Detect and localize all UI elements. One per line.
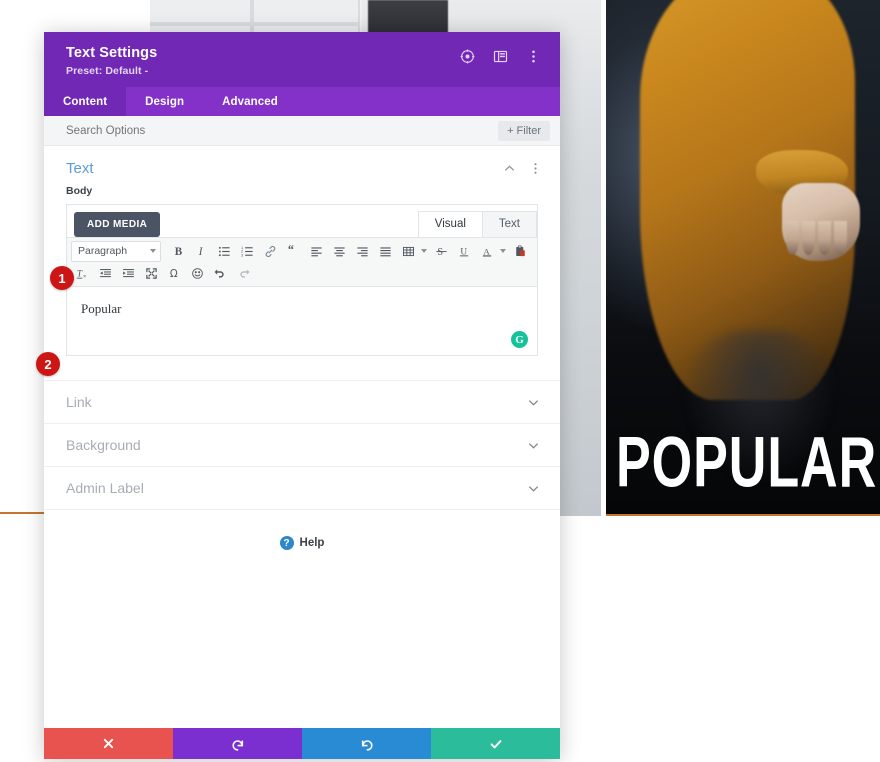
tab-text[interactable]: Text <box>481 211 537 238</box>
svg-text:3: 3 <box>241 252 243 257</box>
chevron-down-icon <box>421 249 427 254</box>
body-field-label: Body <box>66 185 93 198</box>
emoji-icon[interactable] <box>186 263 209 284</box>
svg-text:I: I <box>198 246 204 258</box>
callout-badge-1: 1 <box>50 266 74 290</box>
modal-body: Text Body ADD MEDIA Visual Text Paragrap… <box>44 146 560 729</box>
link-icon[interactable] <box>259 241 282 262</box>
layout-panel-icon[interactable] <box>492 48 509 65</box>
section-kebab-menu-icon[interactable] <box>529 162 542 175</box>
editor-toolbar: Paragraph B I 1 2 3 “ S U A T × Ω <box>67 237 537 288</box>
grammarly-icon[interactable]: G <box>511 331 528 349</box>
accordion-link[interactable]: Link <box>44 380 560 423</box>
section-title: Text <box>66 160 94 178</box>
modal-empty-space <box>44 580 560 729</box>
editor-text: Popular <box>81 301 122 317</box>
cancel-button[interactable] <box>44 728 173 760</box>
search-options-row: + Filter <box>44 116 560 147</box>
screenshot-root: POPULAR Text Settings Preset: Default - <box>0 0 880 762</box>
align-justify-icon[interactable] <box>374 241 397 262</box>
chevron-down-icon <box>150 249 156 254</box>
page-title: Text Settings <box>66 45 158 61</box>
undo-icon[interactable] <box>209 263 232 284</box>
kebab-menu-icon[interactable] <box>525 48 542 65</box>
text-section-header: Text <box>44 146 560 185</box>
accordion-link-label: Link <box>66 394 92 411</box>
search-input[interactable] <box>66 124 366 137</box>
align-left-icon[interactable] <box>305 241 328 262</box>
tab-advanced[interactable]: Advanced <box>203 87 297 116</box>
tab-visual[interactable]: Visual <box>417 211 483 238</box>
hand-shape <box>782 183 860 261</box>
tab-design[interactable]: Design <box>126 87 203 116</box>
toolbar-row-2: T × Ω <box>71 262 533 284</box>
paragraph-format-select[interactable]: Paragraph <box>71 240 161 262</box>
blockquote-icon[interactable]: “ <box>282 241 305 262</box>
chevron-down-icon <box>527 396 540 409</box>
numbered-list-icon[interactable]: 1 2 3 <box>236 241 259 262</box>
align-center-icon[interactable] <box>328 241 351 262</box>
strikethrough-icon[interactable]: S <box>430 241 453 262</box>
wysiwyg-editor: ADD MEDIA Visual Text Paragraph B I 1 2 … <box>66 204 538 357</box>
banner-word: POPULAR <box>616 421 878 502</box>
save-button[interactable] <box>431 728 560 760</box>
text-settings-modal: Text Settings Preset: Default - Content … <box>44 32 560 760</box>
toolbar-row-1: Paragraph B I 1 2 3 “ S U A <box>71 240 533 262</box>
undo-button[interactable] <box>173 728 302 760</box>
filter-button[interactable]: + Filter <box>498 120 550 141</box>
add-media-button[interactable]: ADD MEDIA <box>74 212 161 238</box>
paragraph-format-value: Paragraph <box>78 245 128 258</box>
options-accordion: Link Background Admin Label <box>44 380 560 509</box>
redo-button[interactable] <box>302 728 431 760</box>
modal-tab-bar: Content Design Advanced <box>44 87 560 117</box>
clear-formatting-icon[interactable]: T × <box>71 263 94 284</box>
paste-icon[interactable] <box>509 241 532 262</box>
target-icon[interactable] <box>459 48 476 65</box>
chevron-up-icon[interactable] <box>503 162 516 175</box>
redo-icon[interactable] <box>232 263 255 284</box>
svg-text:S: S <box>437 247 443 258</box>
chevron-down-icon <box>500 249 506 254</box>
svg-text:“: “ <box>288 245 294 256</box>
align-right-icon[interactable] <box>351 241 374 262</box>
orange-divider-right <box>606 514 880 516</box>
indent-icon[interactable] <box>117 263 140 284</box>
text-color-dropdown[interactable]: A <box>476 241 509 262</box>
svg-text:×: × <box>83 274 86 280</box>
outdent-icon[interactable] <box>94 263 117 284</box>
editor-mode-tabs: Visual Text <box>417 211 537 238</box>
chevron-down-icon <box>527 439 540 452</box>
callout-badge-2: 2 <box>36 352 60 376</box>
preset-selector[interactable]: Preset: Default - <box>66 65 157 77</box>
accordion-background-label: Background <box>66 437 141 454</box>
bold-icon[interactable]: B <box>167 241 190 262</box>
text-color-icon[interactable]: A <box>476 241 499 262</box>
bulleted-list-icon[interactable] <box>213 241 236 262</box>
svg-text:B: B <box>175 246 183 258</box>
table-icon[interactable] <box>397 241 420 262</box>
editor-content-area[interactable]: Popular G <box>67 287 537 356</box>
underline-icon[interactable]: U <box>453 241 476 262</box>
modal-header: Text Settings Preset: Default - <box>44 32 560 88</box>
modal-header-actions <box>459 44 546 65</box>
fullscreen-icon[interactable] <box>140 263 163 284</box>
editor-topbar: ADD MEDIA Visual Text <box>67 205 537 238</box>
help-row[interactable]: ? Help <box>44 509 560 580</box>
accordion-admin-label[interactable]: Admin Label <box>44 466 560 509</box>
chevron-down-icon <box>527 482 540 495</box>
special-character-icon[interactable]: Ω <box>163 263 186 284</box>
accordion-background[interactable]: Background <box>44 423 560 466</box>
svg-text:Ω: Ω <box>170 269 178 280</box>
table-dropdown[interactable] <box>397 241 430 262</box>
modal-footer <box>44 728 560 760</box>
help-icon: ? <box>279 536 294 551</box>
svg-text:A: A <box>483 246 490 256</box>
tab-content[interactable]: Content <box>44 87 127 117</box>
help-label[interactable]: Help <box>300 537 325 549</box>
background-photo-right: POPULAR <box>606 0 880 516</box>
modal-title-group: Text Settings Preset: Default - <box>66 44 157 77</box>
accordion-admin-label-label: Admin Label <box>66 480 144 497</box>
italic-icon[interactable]: I <box>190 241 213 262</box>
section-header-actions <box>503 162 542 175</box>
